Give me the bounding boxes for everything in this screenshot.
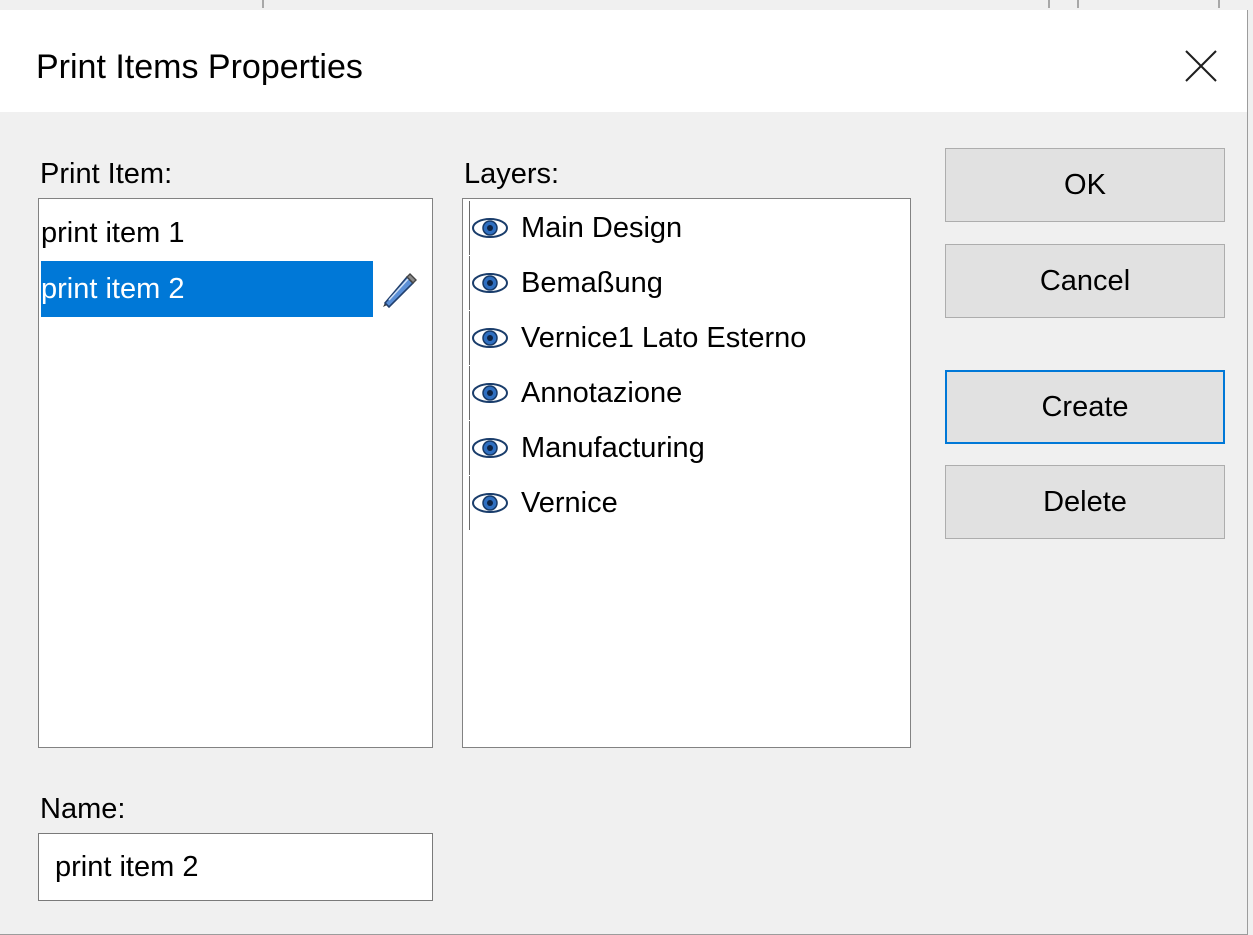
- layer-name: Main Design: [521, 211, 683, 244]
- print-item-label: Print Item:: [40, 158, 173, 190]
- layer-name: Vernice1 Lato Esterno: [521, 321, 807, 354]
- eye-icon: [472, 493, 508, 513]
- layer-row[interactable]: Bemaßung: [469, 256, 899, 310]
- layer-name: Manufacturing: [521, 431, 705, 464]
- close-icon: [1185, 50, 1217, 82]
- eye-icon: [472, 328, 508, 348]
- print-item-list[interactable]: print item 1 print item 2: [38, 198, 433, 748]
- layers-list[interactable]: Main Design Bemaßung Vernice1 Lato Ester…: [462, 198, 911, 748]
- visibility-toggle[interactable]: [469, 201, 517, 255]
- delete-button[interactable]: Delete: [945, 465, 1225, 539]
- layer-name: Annotazione: [521, 376, 683, 409]
- cancel-button[interactable]: Cancel: [945, 244, 1225, 318]
- print-item-row-selected[interactable]: print item 2: [41, 261, 373, 317]
- strip-divider: [1048, 0, 1050, 8]
- print-items-dialog: Print Items Properties Print Item: print…: [0, 10, 1248, 935]
- strip-divider: [1218, 0, 1220, 8]
- strip-divider: [1077, 0, 1079, 8]
- visibility-toggle[interactable]: [469, 366, 517, 420]
- eye-icon: [472, 383, 508, 403]
- visibility-toggle[interactable]: [469, 476, 517, 530]
- dialog-title: Print Items Properties: [36, 48, 363, 86]
- eye-icon: [472, 273, 508, 293]
- print-item-text: print item 1: [41, 217, 185, 249]
- pencil-icon[interactable]: [377, 269, 417, 309]
- eye-icon: [472, 218, 508, 238]
- layer-row[interactable]: Annotazione: [469, 366, 899, 420]
- visibility-toggle[interactable]: [469, 256, 517, 310]
- create-button[interactable]: Create: [945, 370, 1225, 444]
- print-item-text: print item 2: [41, 273, 185, 305]
- name-label: Name:: [40, 793, 126, 825]
- layer-name: Vernice: [521, 486, 618, 519]
- layer-row[interactable]: Main Design: [469, 201, 899, 255]
- layer-row[interactable]: Vernice: [469, 476, 899, 530]
- visibility-toggle[interactable]: [469, 311, 517, 365]
- close-button[interactable]: [1173, 38, 1229, 94]
- background-window-strip: [0, 0, 1253, 10]
- ok-button[interactable]: OK: [945, 148, 1225, 222]
- strip-divider: [262, 0, 264, 8]
- visibility-toggle[interactable]: [469, 421, 517, 475]
- layer-name: Bemaßung: [521, 266, 663, 299]
- title-bar: Print Items Properties: [0, 10, 1247, 112]
- name-input[interactable]: print item 2: [38, 833, 433, 901]
- layers-label: Layers:: [464, 158, 560, 190]
- print-item-row[interactable]: print item 1: [41, 205, 373, 261]
- layer-row[interactable]: Vernice1 Lato Esterno: [469, 311, 899, 365]
- layer-row[interactable]: Manufacturing: [469, 421, 899, 475]
- eye-icon: [472, 438, 508, 458]
